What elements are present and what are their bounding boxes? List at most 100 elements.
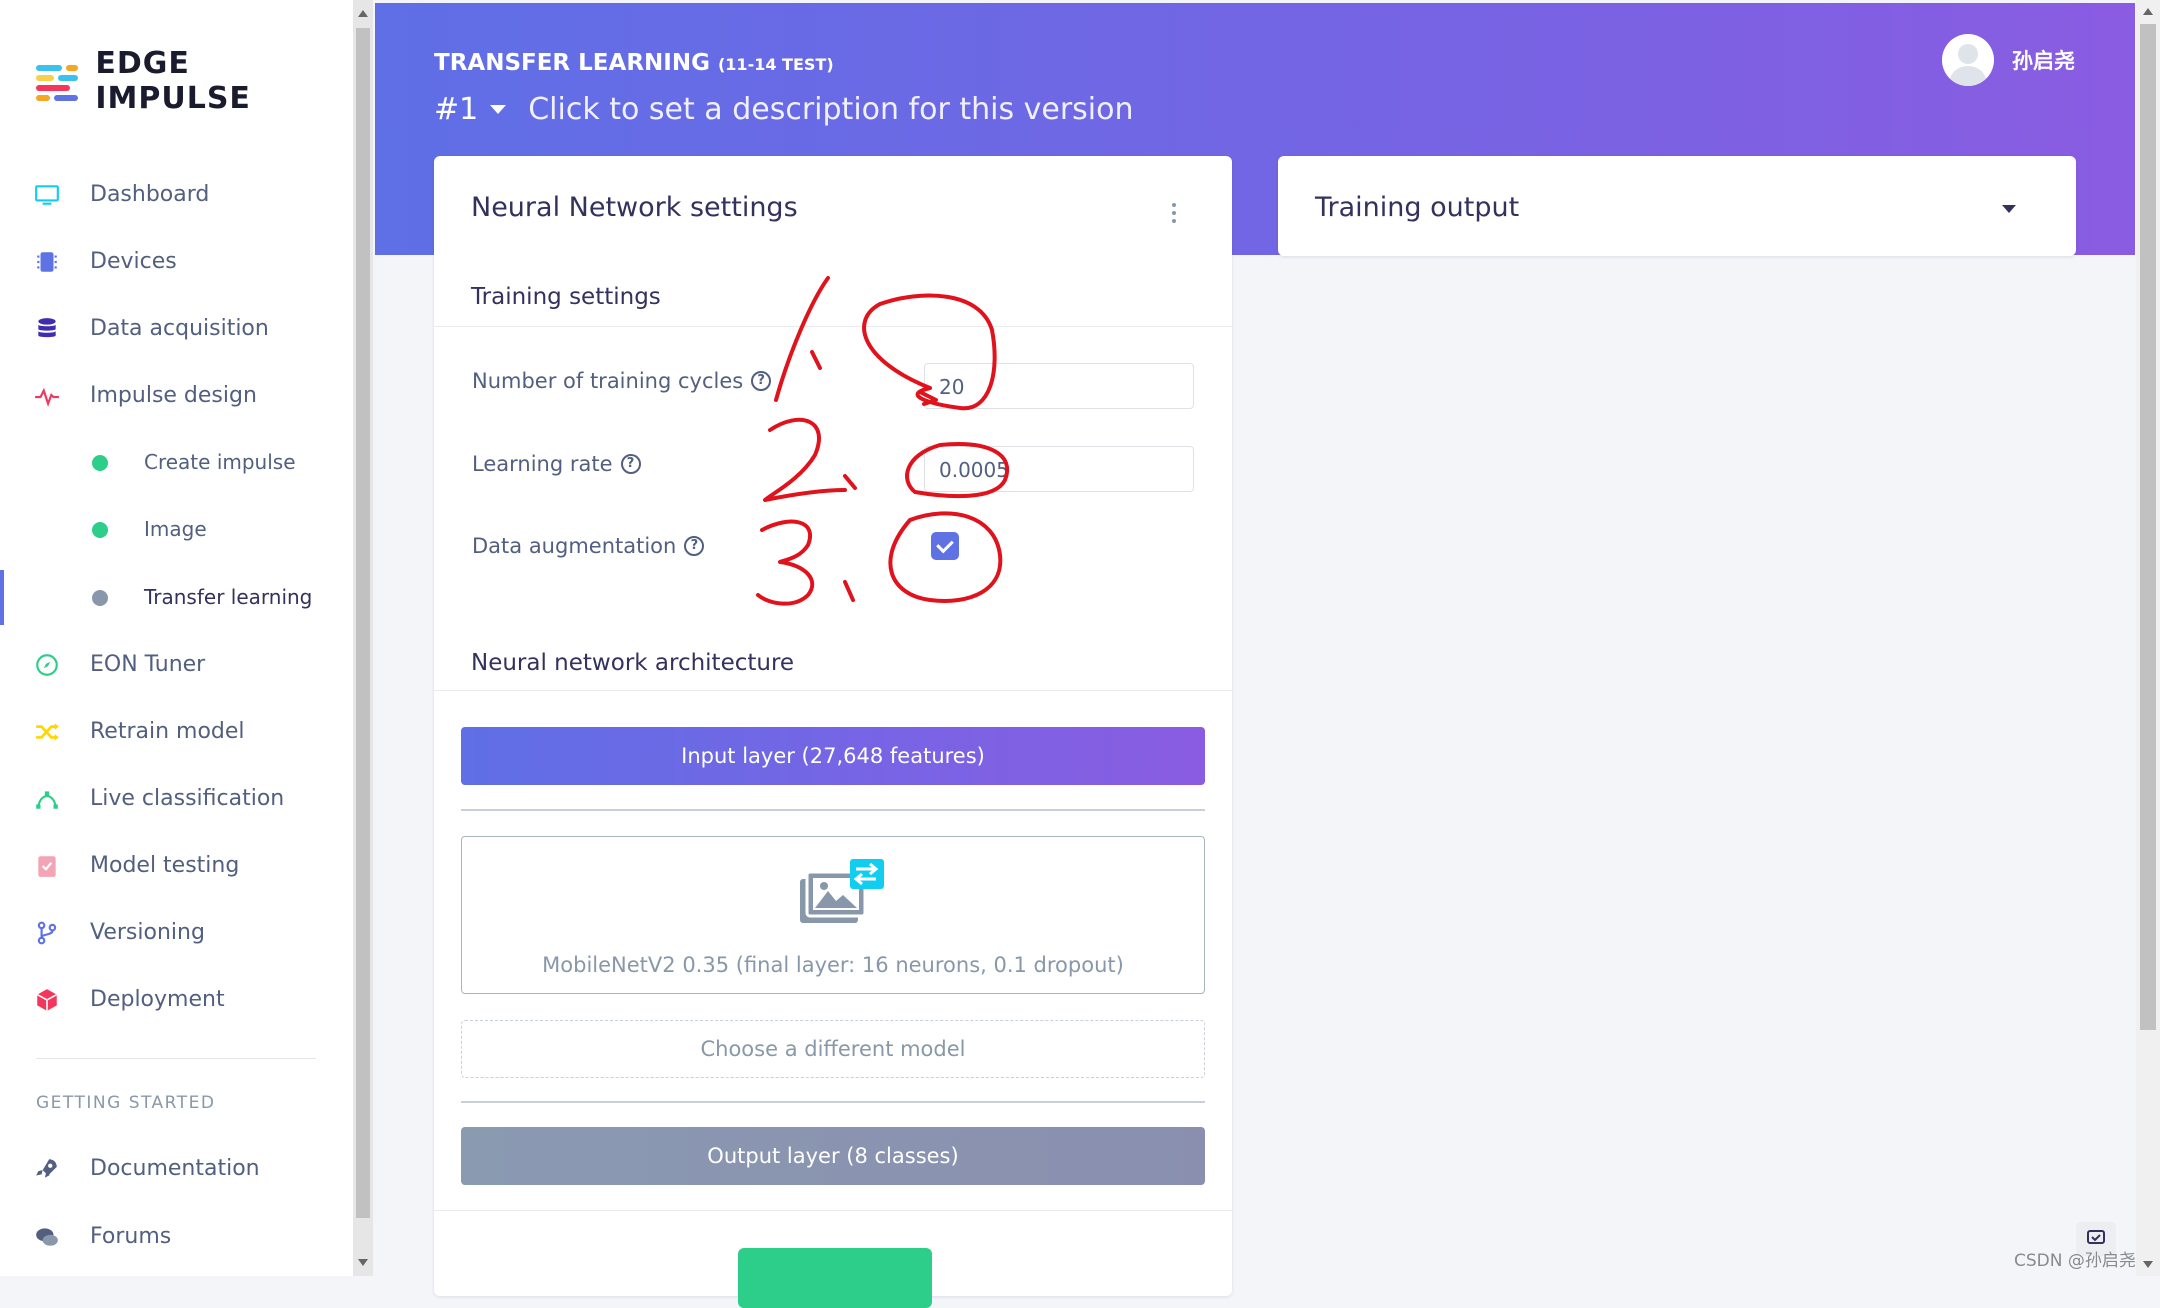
project-subtitle: (11-14 TEST): [717, 55, 834, 74]
training-output-card[interactable]: Training output: [1278, 156, 2076, 256]
card-title: Training output: [1315, 192, 1520, 223]
main-scrollbar[interactable]: [2136, 0, 2160, 1276]
sidebar-item-label: Retrain model: [90, 718, 245, 744]
status-dot: [92, 590, 108, 606]
pulse-icon: [35, 387, 59, 407]
caret-down-icon[interactable]: [2002, 205, 2016, 213]
sidebar-item-retrain-model[interactable]: Retrain model: [0, 706, 353, 756]
sidebar-item-label: EON Tuner: [90, 651, 206, 677]
sidebar-item-label: Documentation: [90, 1155, 260, 1181]
sidebar-item-forums[interactable]: Forums: [0, 1211, 353, 1261]
sidebar-item-label: Forums: [90, 1223, 172, 1249]
cube-icon: [36, 989, 58, 1011]
transfer-images-icon: [800, 859, 884, 923]
training-cycles-label: Number of training cycles ?: [472, 369, 772, 393]
training-cycles-input[interactable]: 20: [924, 363, 1194, 409]
page-title-text: TRANSFER LEARNING: [434, 50, 710, 76]
watermark-text: CSDN @孙启尧: [2014, 1251, 2136, 1271]
model-name: MobileNetV2 0.35 (final layer: 16 neuron…: [542, 953, 1124, 977]
sidebar-item-dashboard[interactable]: Dashboard: [0, 169, 353, 219]
scrollbar-thumb[interactable]: [2140, 24, 2156, 1030]
field-label-text: Data augmentation: [472, 534, 677, 558]
model-block[interactable]: MobileNetV2 0.35 (final layer: 16 neuron…: [461, 836, 1205, 994]
sidebar-subitem-transfer-learning[interactable]: Transfer learning: [0, 572, 353, 622]
sidebar-item-label: Image: [144, 517, 207, 541]
section-divider: [434, 690, 1232, 691]
sidebar-item-label: Live classification: [90, 785, 285, 811]
sidebar-item-label: Devices: [90, 248, 177, 274]
sidebar-item-eon-tuner[interactable]: EON Tuner: [0, 639, 353, 689]
sidebar-item-documentation[interactable]: Documentation: [0, 1143, 353, 1193]
sidebar-item-model-testing[interactable]: Model testing: [0, 840, 353, 890]
branch-icon: [37, 921, 57, 945]
bezier-icon: [36, 791, 58, 809]
sidebar-item-label: Transfer learning: [144, 585, 313, 609]
card-title: Neural Network settings: [471, 192, 798, 223]
clipboard-check-icon: [38, 856, 56, 877]
sidebar-item-label: Data acquisition: [90, 315, 269, 341]
layer-divider: [461, 1101, 1205, 1103]
monitor-icon: [35, 185, 59, 205]
section-divider: [434, 326, 1232, 327]
sidebar-item-deployment[interactable]: Deployment: [0, 974, 353, 1024]
compass-icon: [36, 654, 58, 676]
edge-impulse-logo[interactable]: EDGE IMPULSE: [36, 46, 353, 116]
sidebar-subitem-image[interactable]: Image: [0, 504, 353, 554]
architecture-heading: Neural network architecture: [471, 650, 795, 676]
help-icon[interactable]: ?: [684, 536, 705, 556]
sidebar-subitem-create-impulse[interactable]: Create impulse: [0, 437, 353, 487]
user-menu[interactable]: 孙启尧: [1942, 34, 2075, 86]
sidebar-item-data-acquisition[interactable]: Data acquisition: [0, 303, 353, 353]
layer-divider: [461, 809, 1205, 811]
data-augmentation-checkbox[interactable]: [931, 532, 959, 560]
sidebar-item-label: Create impulse: [144, 450, 296, 474]
chevron-down-icon[interactable]: [490, 105, 507, 114]
version-description[interactable]: Click to set a description for this vers…: [528, 92, 1133, 127]
user-name[interactable]: 孙启尧: [2012, 45, 2075, 75]
more-options-icon[interactable]: [1172, 203, 1176, 227]
sidebar-item-label: Impulse design: [90, 382, 257, 408]
learning-rate-label: Learning rate ?: [472, 452, 641, 476]
scroll-up-arrow-icon[interactable]: [358, 10, 368, 17]
chat-icon: [36, 1228, 58, 1246]
help-icon[interactable]: ?: [751, 371, 772, 391]
input-layer-button[interactable]: Input layer (27,648 features): [461, 727, 1205, 785]
sidebar-item-live-classification[interactable]: Live classification: [0, 773, 353, 823]
sidebar-section-title: GETTING STARTED: [36, 1093, 216, 1113]
sidebar-item-label: Deployment: [90, 986, 225, 1012]
chip-icon: [37, 252, 57, 272]
sidebar-item-devices[interactable]: Devices: [0, 236, 353, 286]
sidebar-item-label: Model testing: [90, 852, 240, 878]
avatar[interactable]: [1942, 34, 1994, 86]
scroll-up-arrow-icon[interactable]: [2143, 8, 2153, 15]
field-label-text: Learning rate: [472, 452, 613, 476]
sidebar-item-versioning[interactable]: Versioning: [0, 907, 353, 957]
data-augmentation-label: Data augmentation ?: [472, 534, 705, 558]
scrollbar-thumb[interactable]: [356, 28, 370, 1218]
logo-icon: [36, 63, 79, 101]
database-icon: [38, 318, 56, 338]
help-icon[interactable]: ?: [620, 454, 641, 474]
scroll-down-arrow-icon[interactable]: [358, 1259, 368, 1266]
page-title: TRANSFER LEARNING (11-14 TEST): [434, 50, 834, 76]
choose-different-model-button[interactable]: Choose a different model: [461, 1020, 1205, 1078]
version-selector[interactable]: #1 Click to set a description for this v…: [434, 92, 1134, 127]
brand-name: EDGE IMPULSE: [95, 46, 251, 116]
sidebar-item-label: Dashboard: [90, 181, 210, 207]
shuffle-icon: [36, 723, 59, 741]
status-dot: [92, 522, 108, 538]
version-number[interactable]: #1: [434, 92, 478, 127]
training-settings-heading: Training settings: [471, 284, 661, 310]
sidebar-divider: [36, 1058, 316, 1059]
scroll-down-arrow-icon[interactable]: [2143, 1261, 2153, 1268]
sidebar-item-impulse-design[interactable]: Impulse design: [0, 370, 353, 420]
start-training-button[interactable]: [738, 1248, 932, 1308]
sidebar-scrollbar[interactable]: [353, 0, 373, 1276]
sidebar-item-label: Versioning: [90, 919, 205, 945]
neural-network-settings-card: Neural Network settings Training setting…: [434, 156, 1232, 1308]
output-layer-button[interactable]: Output layer (8 classes): [461, 1127, 1205, 1185]
status-dot: [92, 455, 108, 471]
rocket-icon: [36, 1159, 57, 1178]
field-label-text: Number of training cycles: [472, 369, 744, 393]
learning-rate-input[interactable]: 0.0005: [924, 446, 1194, 492]
